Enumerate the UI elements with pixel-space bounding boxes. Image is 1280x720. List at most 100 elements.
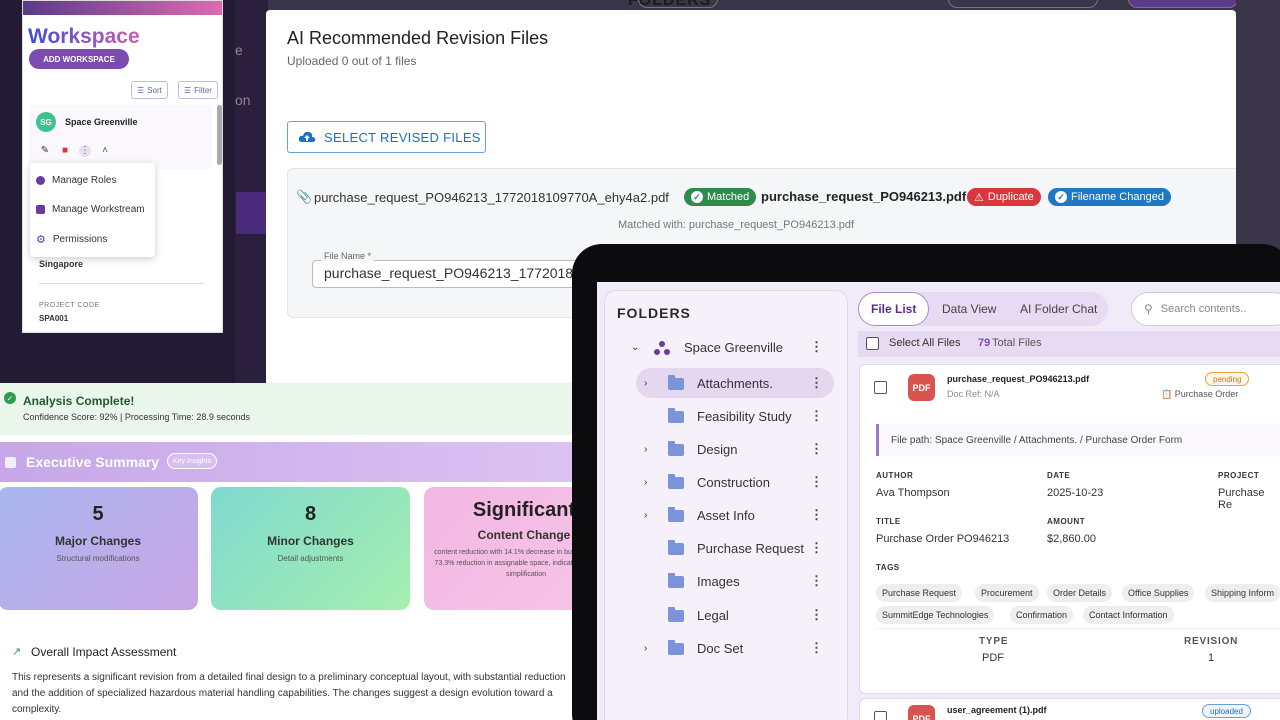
add-workspace-button[interactable]: ADD WORKSPACE (29, 49, 129, 69)
more-icon[interactable]: ⋮ (810, 441, 823, 457)
more-icon[interactable]: ⋮ (810, 540, 823, 556)
more-icon[interactable]: ⋮ (810, 607, 823, 623)
more-icon[interactable]: ⋮ (810, 507, 823, 523)
tag[interactable]: Procurement (975, 584, 1039, 602)
select-revised-files-button[interactable]: SELECT REVISED FILES (287, 121, 486, 153)
more-icon[interactable]: ⋮ (810, 375, 823, 391)
avatar: SG (36, 112, 56, 132)
folder-icon (668, 375, 684, 390)
more-icon[interactable]: ⋮ (810, 573, 823, 589)
scrollbar[interactable] (217, 105, 222, 165)
background-active-stripe (236, 192, 268, 234)
chevron-right-icon[interactable]: › (644, 510, 654, 521)
select-all-checkbox[interactable] (866, 337, 879, 350)
file-name[interactable]: user_agreement (1).pdf (947, 705, 1047, 715)
select-button-label: SELECT REVISED FILES (324, 129, 481, 145)
workspace-name: Space Greenville (65, 117, 138, 127)
tags-label: TAGS (876, 563, 900, 572)
stat-desc: Structural modifications (56, 554, 140, 563)
status-badge: pending (1205, 372, 1250, 386)
tag[interactable]: Order Details (1047, 584, 1113, 602)
folder-item[interactable]: › Construction ⋮ (617, 467, 843, 497)
folder-icon (668, 408, 684, 423)
workspace-card[interactable] (29, 105, 212, 169)
sort-label: Sort (147, 85, 162, 95)
search-input[interactable]: ⚲ Search contents.. (1131, 292, 1280, 326)
folder-item[interactable]: › Attachments. ⋮ (636, 368, 834, 398)
folder-root[interactable]: ⌄ Space Greenville ⋮ (617, 332, 843, 362)
warning-icon: ⚠ (974, 191, 984, 204)
folder-item[interactable]: › Doc Set ⋮ (617, 633, 843, 663)
type-label: TYPE (979, 636, 1009, 647)
chevron-right-icon[interactable]: › (644, 378, 654, 389)
menu-item-manage-workstream[interactable]: Manage Workstream (36, 204, 145, 215)
folder-icon (668, 607, 684, 622)
sort-icon: ☰ (137, 85, 145, 95)
matched-with-text: Matched with: purchase_request_PO946213.… (618, 219, 855, 231)
file-name[interactable]: purchase_request_PO946213.pdf (947, 374, 1089, 384)
menu-item-permissions[interactable]: ⚙ Permissions (36, 233, 107, 246)
key-insights-badge: Key Insights (167, 453, 218, 469)
tag[interactable]: Purchase Request (876, 584, 963, 602)
folder-icon (668, 507, 684, 522)
workspace-actions: ✎ ■ ⋮ ˄ (39, 145, 111, 157)
impact-text: This represents a significant revision f… (12, 672, 566, 715)
more-icon[interactable]: ⋮ (810, 474, 823, 490)
select-all-label: Select All Files (889, 337, 961, 349)
clipboard-icon: 📋 (1161, 389, 1173, 399)
folder-item[interactable]: Purchase Request ⋮ (617, 533, 843, 563)
tag[interactable]: Confirmation (1010, 606, 1074, 624)
folder-label: Attachments. (697, 375, 773, 391)
folder-item[interactable]: Feasibility Study ⋮ (617, 401, 843, 431)
stat-desc: Detail adjustments (277, 554, 344, 563)
tag[interactable]: Contact Information (1083, 606, 1174, 624)
file-checkbox[interactable] (874, 381, 887, 394)
more-icon[interactable]: ⋮ (79, 145, 91, 157)
project-code-label: PROJECT CODE (39, 302, 100, 309)
pdf-icon: PDF (908, 374, 935, 401)
stat-title: Major Changes (54, 534, 141, 548)
pdf-icon: PDF (908, 705, 935, 720)
menu-item-label: Permissions (52, 234, 108, 245)
chevron-up-icon[interactable]: ˄ (99, 145, 111, 157)
author-label: AUTHOR (876, 471, 914, 480)
project-code-value: SPA001 (39, 314, 69, 323)
search-placeholder: Search contents.. (1160, 303, 1247, 315)
chevron-down-icon[interactable]: ⌄ (631, 342, 641, 353)
folder-item[interactable]: › Asset Info ⋮ (617, 500, 843, 530)
folder-item[interactable]: Legal ⋮ (617, 600, 843, 630)
ghost-pill (1128, 0, 1238, 8)
tag[interactable]: SummitEdge Technologies (876, 606, 995, 624)
chevron-right-icon[interactable]: › (644, 643, 654, 654)
revision-value: 1 (1208, 652, 1215, 664)
more-icon[interactable]: ⋮ (810, 339, 823, 355)
sort-button[interactable]: ☰ Sort (131, 81, 168, 99)
dialog-subtitle: Uploaded 0 out of 1 files (287, 54, 417, 68)
folder-item[interactable]: › Design ⋮ (617, 434, 843, 464)
ghost-pill (638, 0, 718, 8)
tab-data-view[interactable]: Data View (942, 292, 996, 326)
matched-badge-label: Matched (707, 191, 750, 203)
edit-icon[interactable]: ✎ (39, 145, 51, 157)
revision-label: REVISION (1184, 636, 1239, 647)
project-value: Purchase Re (1218, 487, 1265, 511)
workspace-context-menu: Manage Roles Manage Workstream ⚙ Permiss… (30, 163, 155, 257)
more-icon[interactable]: ⋮ (810, 640, 823, 656)
doc-ref: Doc Ref: N/A (947, 389, 1000, 399)
tab-file-list[interactable]: File List (858, 292, 930, 326)
file-checkbox[interactable] (874, 711, 887, 720)
dialog-title: AI Recommended Revision Files (287, 28, 549, 48)
delete-icon[interactable]: ■ (59, 145, 71, 157)
more-icon[interactable]: ⋮ (810, 408, 823, 424)
workspace-location: Singapore (39, 259, 84, 269)
analysis-panel: ✓ Analysis Complete! Confidence Score: 9… (0, 383, 600, 720)
workspace-header-bar (23, 1, 222, 15)
chevron-right-icon[interactable]: › (644, 444, 654, 455)
filter-button[interactable]: ☰ Filter (178, 81, 218, 99)
folder-item[interactable]: Images ⋮ (617, 566, 843, 596)
chevron-right-icon[interactable]: › (644, 477, 654, 488)
menu-item-manage-roles[interactable]: Manage Roles (36, 175, 116, 186)
tag[interactable]: Shipping Inform (1205, 584, 1280, 602)
tab-ai-folder-chat[interactable]: AI Folder Chat (1020, 292, 1097, 326)
tag[interactable]: Office Supplies (1122, 584, 1195, 602)
